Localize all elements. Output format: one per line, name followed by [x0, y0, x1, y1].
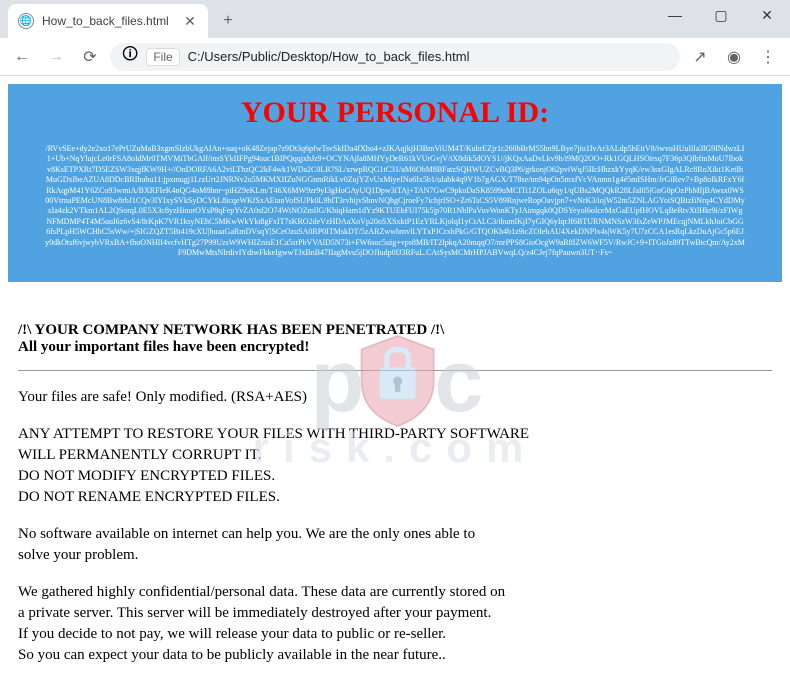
- maximize-button[interactable]: ▢: [698, 0, 744, 30]
- page-viewport[interactable]: YOUR PERSONAL ID: /RVvSEe+dy2e2xo17ePrUZ…: [0, 76, 790, 681]
- toolbar: ← → ⟳ 🛈 File C:/Users/Public/Desktop/How…: [0, 38, 790, 76]
- personal-id-text: /RVvSEe+dy2e2xo17ePrUZuMaB3xgmSIzbUkgAIA…: [45, 144, 745, 258]
- p2-line-d: DO NOT RENAME ENCRYPTED FILES.: [18, 487, 772, 508]
- share-icon[interactable]: ↗: [686, 43, 714, 71]
- p2-line-a: ANY ATTEMPT TO RESTORE YOUR FILES WITH T…: [18, 424, 772, 445]
- warning-line-1: /!\ YOUR COMPANY NETWORK HAS BEEN PENETR…: [18, 322, 772, 339]
- new-tab-button[interactable]: +: [214, 7, 242, 35]
- browser-tab[interactable]: 🌐 How_to_back_files.html ✕: [8, 4, 208, 38]
- tab-close-button[interactable]: ✕: [182, 13, 198, 29]
- p4-line-a: We gathered highly confidential/personal…: [18, 582, 772, 603]
- p4-line-d: So you can expect your data to be public…: [18, 645, 772, 666]
- close-window-button[interactable]: ✕: [744, 0, 790, 30]
- p3-line-a: No software available on internet can he…: [18, 524, 772, 545]
- file-chip: File: [146, 48, 179, 66]
- title-bar: 🌐 How_to_back_files.html ✕ + — ▢ ✕: [0, 0, 790, 38]
- forward-button[interactable]: →: [42, 43, 70, 71]
- paragraph-3: No software available on internet can he…: [18, 524, 772, 566]
- ransom-note-body: /!\ YOUR COMPANY NETWORK HAS BEEN PENETR…: [8, 282, 782, 681]
- p3-line-b: solve your problem.: [18, 545, 772, 566]
- menu-icon[interactable]: ⋮: [754, 43, 782, 71]
- reload-button[interactable]: ⟳: [76, 43, 104, 71]
- p2-line-c: DO NOT MODIFY ENCRYPTED FILES.: [18, 466, 772, 487]
- p2-line-b: WILL PERMANENTLY CORRUPT IT.: [18, 445, 772, 466]
- divider: [18, 370, 772, 371]
- paragraph-1: Your files are safe! Only modified. (RSA…: [18, 387, 772, 408]
- page-heading: YOUR PERSONAL ID:: [28, 96, 762, 130]
- profile-icon[interactable]: ◉: [720, 43, 748, 71]
- file-favicon-icon: 🌐: [18, 13, 34, 29]
- warning-line-2: All your important files have been encry…: [18, 339, 772, 356]
- address-bar[interactable]: 🛈 File C:/Users/Public/Desktop/How_to_ba…: [110, 43, 680, 71]
- url-text: C:/Users/Public/Desktop/How_to_back_file…: [188, 49, 668, 64]
- personal-id-block: YOUR PERSONAL ID: /RVvSEe+dy2e2xo17ePrUZ…: [8, 84, 782, 282]
- minimize-button[interactable]: —: [652, 0, 698, 30]
- p4-line-c: If you decide to not pay, we will releas…: [18, 624, 772, 645]
- info-icon: 🛈: [122, 43, 138, 70]
- tab-title: How_to_back_files.html: [42, 14, 174, 28]
- page-content: YOUR PERSONAL ID: /RVvSEe+dy2e2xo17ePrUZ…: [0, 76, 790, 681]
- p4-line-b: a private server. This server will be im…: [18, 603, 772, 624]
- paragraph-2: ANY ATTEMPT TO RESTORE YOUR FILES WITH T…: [18, 424, 772, 508]
- paragraph-4: We gathered highly confidential/personal…: [18, 582, 772, 666]
- window-controls: — ▢ ✕: [652, 0, 790, 30]
- back-button[interactable]: ←: [8, 43, 36, 71]
